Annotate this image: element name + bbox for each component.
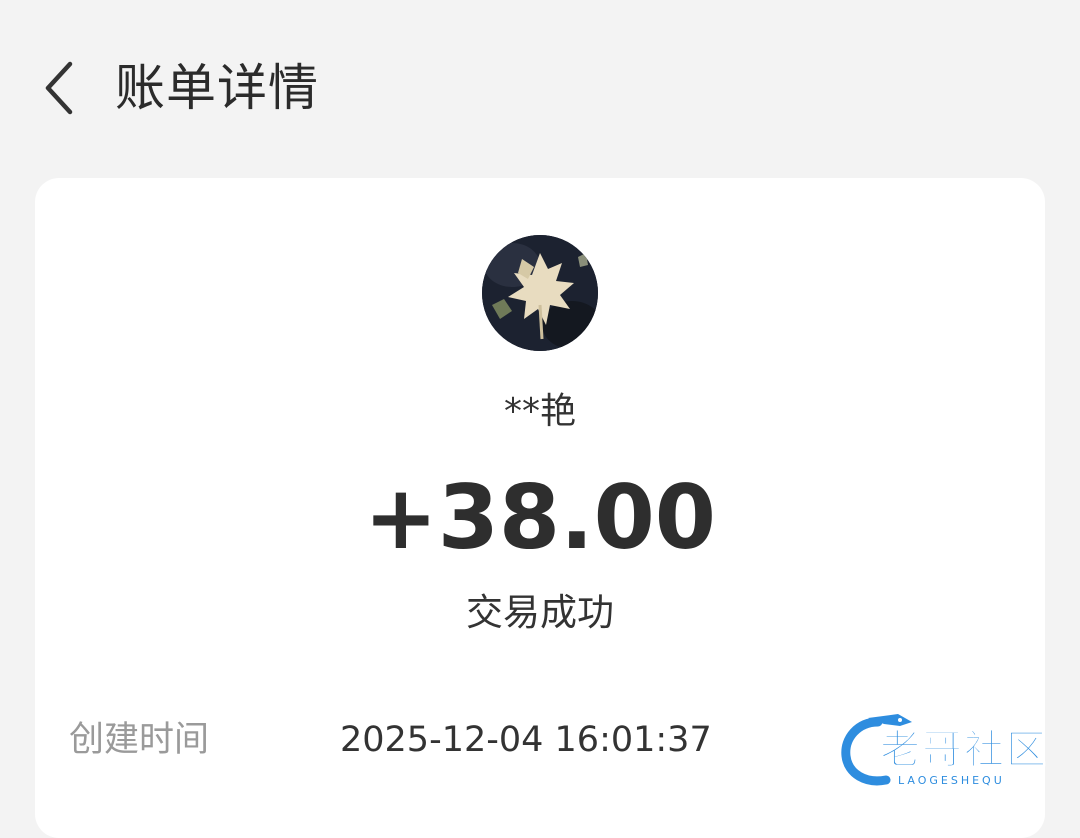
top-bar: 账单详情 [0,0,1080,178]
avatar-image [482,235,598,351]
created-time-value: 2025-12-04 16:01:37 [340,720,712,760]
page-title: 账单详情 [115,59,319,117]
back-button[interactable] [30,52,90,124]
watermark-logo: 老哥社区 LAOGESHEQU [838,712,1070,804]
counterparty-name: **艳 [503,391,576,432]
created-time-label: 创建时间 [69,720,210,760]
transaction-status: 交易成功 [466,591,614,634]
watermark-text: 老哥社区 [880,727,1048,774]
watermark-subtext: LAOGESHEQU [898,774,1005,787]
transaction-amount: +38.00 [363,466,717,569]
avatar [482,235,598,351]
chevron-left-icon [45,61,73,115]
